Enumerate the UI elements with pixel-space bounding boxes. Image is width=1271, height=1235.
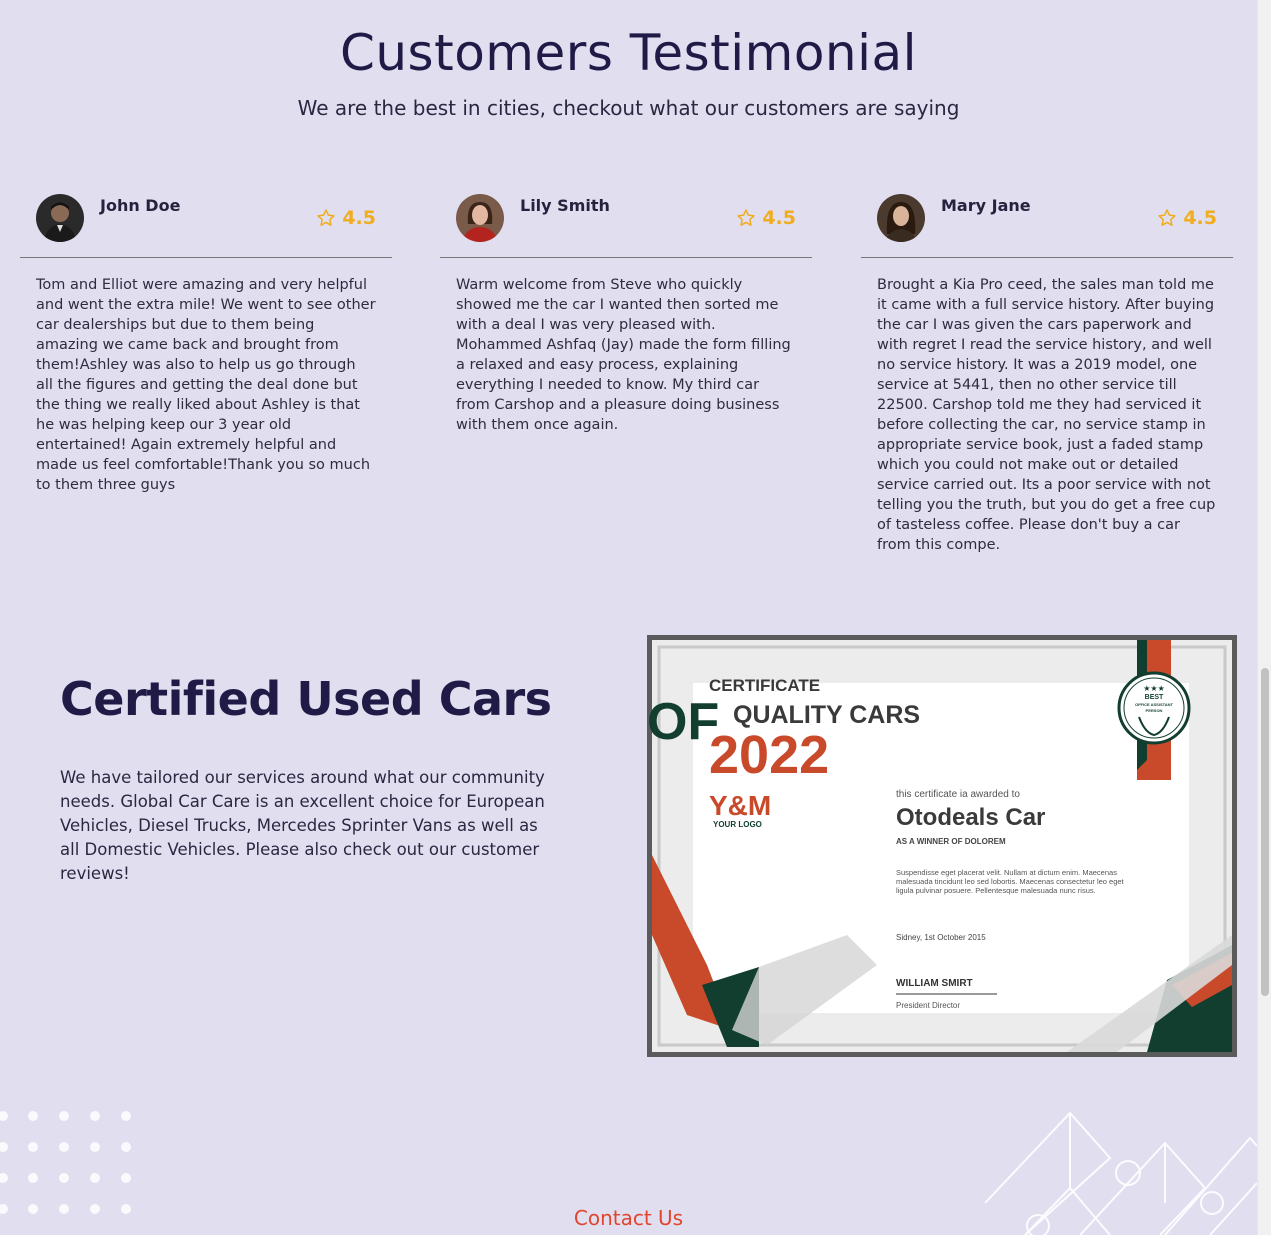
cert-body-line: Suspendisse eget placerat velit. Nullam … xyxy=(896,868,1117,877)
reviewer-name: Mary Jane xyxy=(941,196,1031,215)
cert-label: CERTIFICATE xyxy=(709,676,820,695)
review-text: Brought a Kia Pro ceed, the sales man to… xyxy=(877,277,1216,553)
cert-signer: WILLIAM SMIRT xyxy=(896,978,973,989)
certificate-image: BEST OFFICE ASSISTANT PERSON ★★★ CERTIFI… xyxy=(647,635,1237,1057)
cert-logo: Y&M xyxy=(709,790,771,821)
rating-value: 4.5 xyxy=(762,207,796,229)
contact-us-link[interactable]: Contact Us xyxy=(0,1206,1257,1230)
star-outline-icon xyxy=(1158,209,1176,226)
cert-logo-caption: YOUR LOGO xyxy=(713,820,762,829)
testimonial-card: Lily Smith 4.5 Warm welcome from Steve w… xyxy=(440,192,812,435)
rating: 4.5 xyxy=(316,207,376,229)
testimonial-header: John Doe 4.5 xyxy=(20,192,392,258)
cert-year: 2022 xyxy=(709,725,829,785)
page: Customers Testimonial We are the best in… xyxy=(0,0,1258,1235)
avatar xyxy=(456,194,504,242)
testimonials-subtitle: We are the best in cities, checkout what… xyxy=(297,96,960,120)
cert-signer-title: President Director xyxy=(896,1001,960,1010)
testimonial-card: John Doe 4.5 Tom and Elliot were amazing… xyxy=(20,192,392,495)
cert-recipient: Otodeals Car xyxy=(896,804,1045,831)
certified-description: We have tailored our services around wha… xyxy=(60,768,545,883)
cert-body-line: malesuada tincidunt leo sed lobortis. Ma… xyxy=(896,877,1125,886)
seal-line-3: PERSON xyxy=(1146,708,1163,713)
testimonial-header: Lily Smith 4.5 xyxy=(440,192,812,258)
rating: 4.5 xyxy=(1157,207,1217,229)
rating-value: 4.5 xyxy=(1183,207,1217,229)
review-text: Warm welcome from Steve who quickly show… xyxy=(456,277,791,433)
vertical-scrollbar[interactable] xyxy=(1257,0,1271,1235)
svg-text:★★★: ★★★ xyxy=(1143,684,1165,693)
rating: 4.5 xyxy=(736,207,796,229)
cert-awarded-to: this certificate ia awarded to xyxy=(896,789,1020,800)
testimonial-card: Mary Jane 4.5 Brought a Kia Pro ceed, th… xyxy=(861,192,1233,555)
certified-title: Certified Used Cars xyxy=(60,672,552,726)
rating-value: 4.5 xyxy=(342,207,376,229)
avatar xyxy=(877,194,925,242)
star-outline-icon xyxy=(737,209,755,226)
reviewer-name: John Doe xyxy=(100,196,181,215)
testimonial-header: Mary Jane 4.5 xyxy=(861,192,1233,258)
cert-body-line: ligula pulvinar posuere. Pellentesque ma… xyxy=(896,886,1096,895)
seal-line-2: OFFICE ASSISTANT xyxy=(1135,702,1174,707)
cert-winner: AS A WINNER OF DOLOREM xyxy=(896,837,1006,846)
seal-line-1: BEST xyxy=(1145,694,1164,701)
cert-date: Sidney, 1st October 2015 xyxy=(896,933,986,942)
testimonials-title: Customers Testimonial xyxy=(339,24,918,82)
scrollbar-thumb[interactable] xyxy=(1261,668,1269,996)
star-outline-icon xyxy=(317,209,335,226)
reviewer-name: Lily Smith xyxy=(520,196,610,215)
review-text: Tom and Elliot were amazing and very hel… xyxy=(36,277,376,493)
dot-grid-decoration xyxy=(0,1108,140,1222)
avatar xyxy=(36,194,84,242)
